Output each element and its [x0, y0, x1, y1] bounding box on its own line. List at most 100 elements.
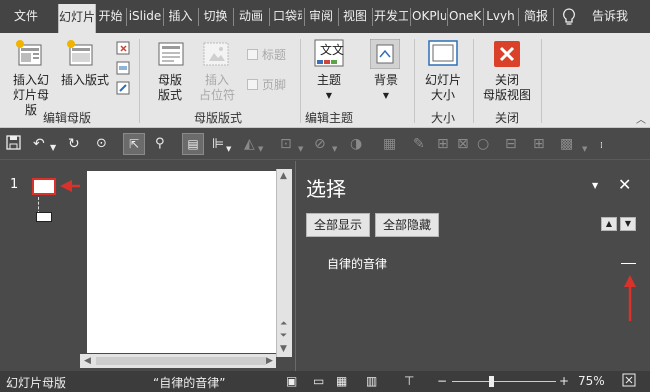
master-layout-button[interactable]: 母版 版式	[150, 73, 190, 103]
selection-tool-icon[interactable]: ⚲	[155, 135, 165, 153]
layout-slide-thumbnail[interactable]	[36, 212, 52, 222]
rename-icon[interactable]	[116, 61, 130, 78]
merge-shapes-icon: ⊘	[314, 136, 326, 152]
tab-onekey[interactable]: OneKey	[449, 0, 481, 33]
normal-view-icon[interactable]: ▦	[336, 374, 347, 388]
chevron-down-icon: ▼	[325, 91, 333, 100]
list-item[interactable]: 自律的音律	[296, 253, 650, 275]
tab-briefing[interactable]: 简报	[520, 0, 552, 33]
tab-okplus[interactable]: OKPlus	[412, 0, 446, 33]
tab-pocket-animation[interactable]: 口袋动画	[273, 0, 302, 33]
tab-separator	[198, 8, 199, 26]
fit-to-window-icon[interactable]	[622, 373, 636, 390]
reading-view-icon[interactable]: ▥	[366, 374, 377, 388]
theme-icon-text: 文文	[320, 43, 345, 57]
insert-layout-button[interactable]: 插入版式	[58, 73, 112, 88]
vertical-scrollbar[interactable]: ▲ ⏶ ⏷ ▼	[276, 169, 292, 357]
tab-file[interactable]: 文件	[0, 0, 52, 33]
scroll-down-double-icon[interactable]: ⏷	[280, 331, 287, 341]
shape-fill-icon: ◑	[350, 136, 363, 152]
footer-checkbox-label: 页脚	[262, 78, 287, 92]
undo-icon[interactable]: ↶	[33, 135, 45, 153]
chevron-down-icon[interactable]: ▼	[226, 140, 231, 158]
show-all-button[interactable]: 全部显示	[306, 213, 371, 237]
send-backward-icon[interactable]: ▼	[620, 217, 636, 231]
theme-label: 主题	[316, 73, 341, 87]
preserve-icon[interactable]	[116, 81, 130, 98]
collapse-ribbon-icon[interactable]: ︿	[636, 111, 646, 126]
status-view-name: 幻灯片母版	[6, 376, 67, 390]
tab-lvyh[interactable]: Lvyh	[485, 0, 516, 33]
chevron-down-icon: ▼	[298, 145, 304, 153]
tab-separator	[410, 8, 411, 26]
customize-toolbar-icon[interactable]: ⁞	[600, 137, 603, 155]
zoom-level[interactable]: 75%	[578, 374, 605, 388]
scroll-up-icon[interactable]: ▲	[280, 171, 287, 181]
redo-icon[interactable]: ↻	[68, 135, 80, 153]
insert-layout-icon[interactable]	[66, 39, 96, 72]
tab-transitions[interactable]: 切换	[200, 0, 231, 33]
tell-me-search[interactable]: 告诉我	[588, 0, 632, 33]
selection-pane-title: 选择	[306, 177, 346, 201]
zoom-in-icon[interactable]: +	[559, 374, 569, 388]
chevron-down-icon[interactable]: ▼	[592, 181, 598, 190]
tab-home[interactable]: 开始	[97, 0, 124, 33]
shape-outline-icon: ▦	[383, 136, 397, 152]
zoom-slider-thumb[interactable]	[489, 376, 494, 387]
insert-slide-master-icon[interactable]	[15, 39, 45, 72]
close-master-view-icon[interactable]	[494, 41, 520, 70]
insert-placeholder-button: 插入 占位符	[192, 73, 242, 103]
group-label-master-layout: 母版版式	[193, 111, 242, 125]
background-dropdown[interactable]: 背景 ▼	[366, 73, 406, 103]
group-separator	[300, 39, 301, 123]
group-label-edit-theme: 编辑主题	[304, 111, 353, 125]
insert-placeholder-label-1: 插入	[204, 73, 229, 87]
slide-size-icon[interactable]	[427, 39, 459, 72]
title-checkbox	[247, 49, 258, 60]
visibility-toggle-icon[interactable]	[621, 263, 636, 264]
bring-forward-icon[interactable]: ▲	[601, 217, 617, 231]
tab-view[interactable]: 视图	[340, 0, 370, 33]
tab-developer[interactable]: 开发工具	[374, 0, 408, 33]
delete-icon[interactable]	[116, 41, 130, 58]
scroll-up-double-icon[interactable]: ⏶	[280, 319, 287, 329]
lightbulb-icon[interactable]	[560, 0, 578, 33]
hide-all-button[interactable]: 全部隐藏	[375, 213, 440, 237]
chevron-down-icon[interactable]: ▼	[50, 139, 56, 157]
tab-insert[interactable]: 插入	[165, 0, 196, 33]
tab-islide[interactable]: iSlide	[128, 0, 162, 33]
select-pane-toggle-icon[interactable]: ⇱	[123, 133, 145, 155]
master-slide-thumbnail[interactable]	[32, 178, 56, 195]
comments-icon[interactable]: ▭	[313, 374, 324, 388]
scroll-down-icon[interactable]: ▼	[280, 344, 287, 354]
tab-slide-master[interactable]: 幻灯片母版	[58, 4, 96, 33]
background-icon[interactable]	[369, 38, 401, 72]
close-icon[interactable]: ✕	[618, 175, 631, 194]
scroll-thumb[interactable]	[96, 357, 266, 365]
slideshow-from-start-icon[interactable]: ⊙	[96, 135, 107, 153]
grid-icon: ⊞	[533, 136, 545, 152]
zoom-out-icon[interactable]: −	[437, 374, 447, 388]
master-layout-icon[interactable]	[156, 39, 186, 72]
save-icon[interactable]	[6, 135, 21, 155]
keyboard-icon[interactable]: ▤	[182, 133, 204, 155]
status-bar: 幻灯片母版 “自律的音律” ▣ ▭ ▦ ▥ ⊤ − + 75%	[0, 371, 650, 392]
group-separator	[414, 39, 415, 123]
slide-canvas[interactable]	[87, 171, 277, 353]
slide-size-dropdown[interactable]: 幻灯片 大小	[418, 73, 468, 103]
scroll-right-icon[interactable]: ▶	[266, 356, 273, 366]
align-left-icon[interactable]: ⊫	[212, 135, 224, 153]
slide-editing-area: ▲ ⏶ ⏷ ▼ ◀ ▶	[80, 161, 294, 371]
scroll-left-icon[interactable]: ◀	[84, 356, 91, 366]
tab-separator	[553, 8, 554, 26]
theme-icon[interactable]: 文文	[313, 38, 345, 71]
theme-dropdown[interactable]: 主题 ▼	[309, 73, 349, 103]
selection-item-name: 自律的音律	[327, 257, 388, 271]
horizontal-scrollbar[interactable]: ◀ ▶	[80, 354, 276, 368]
tab-animations[interactable]: 动画	[235, 0, 267, 33]
slideshow-view-icon[interactable]: ⊤	[404, 374, 414, 388]
close-master-view-button[interactable]: 关闭 母版视图	[478, 73, 536, 103]
zoom-slider-track[interactable]	[452, 381, 556, 382]
notes-icon[interactable]: ▣	[286, 374, 297, 388]
tab-review[interactable]: 审阅	[306, 0, 336, 33]
